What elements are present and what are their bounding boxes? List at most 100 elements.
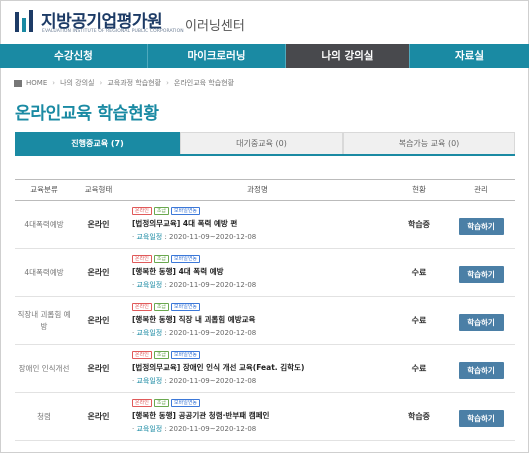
row-type: 온라인 — [87, 316, 110, 325]
table-row: 청렴 온라인 온라인 초급 모바일연동 [행복한 동행] 공공기관 청렴·반부패… — [15, 393, 515, 441]
row-course: 온라인 초급 모바일연동 [행복한 동행] 4대 폭력 예방 · 교육일정 : … — [124, 255, 391, 290]
level-badge: 초급 — [153, 303, 170, 311]
row-type: 온라인 — [87, 412, 110, 421]
main-nav: 수강신청 마이크로러닝 나의 강의실 자료실 — [0, 44, 529, 68]
breadcrumb-separator: › — [52, 79, 56, 87]
row-manage: 학습하기 — [447, 358, 515, 379]
header-course-name: 과정명 — [247, 185, 268, 194]
nav-item-my-classroom[interactable]: 나의 강의실 — [286, 44, 410, 68]
home-icon — [14, 79, 22, 87]
tab-reviewable[interactable]: 복습가능 교육 (0) — [343, 132, 515, 154]
header-manage: 관리 — [474, 185, 488, 194]
period-label: 교육일정 — [136, 329, 163, 337]
course-badges: 온라인 초급 모바일연동 — [132, 207, 391, 215]
period-label: 교육일정 — [136, 425, 163, 433]
breadcrumb-my-classroom[interactable]: 나의 강의실 — [60, 78, 94, 88]
course-period: · 교육일정 : 2020-11-09~2020-12-08 — [132, 377, 257, 385]
site-header: 지방공기업평가원 EVALUATION INSTITUTE OF REGIONA… — [0, 0, 529, 44]
mobile-badge: 모바일연동 — [171, 303, 201, 311]
course-badges: 온라인 초급 모바일연동 — [132, 303, 391, 311]
table-header: 교육분류 교육형태 과정명 현황 관리 — [15, 179, 515, 201]
period-label: 교육일정 — [136, 281, 163, 289]
course-badges: 온라인 초급 모바일연동 — [132, 255, 391, 263]
level-badge: 초급 — [153, 351, 170, 359]
row-category: 청렴 — [37, 411, 51, 421]
period-value: 2020-11-09~2020-12-08 — [169, 377, 257, 385]
mobile-badge: 모바일연동 — [171, 255, 201, 263]
course-title[interactable]: [법정의무교육] 4대 폭력 예방 편 — [132, 218, 391, 229]
breadcrumb-separator: › — [99, 79, 103, 87]
study-button[interactable]: 학습하기 — [458, 218, 504, 235]
level-badge: 초급 — [153, 207, 170, 215]
course-period: · 교육일정 : 2020-11-09~2020-12-08 — [132, 233, 257, 241]
row-status: 학습중 — [407, 412, 431, 421]
period-label: 교육일정 — [136, 233, 163, 241]
header-category: 교육분류 — [30, 185, 58, 194]
course-period: · 교육일정 : 2020-11-09~2020-12-08 — [132, 329, 257, 337]
header-type: 교육형태 — [84, 185, 113, 194]
mobile-badge: 모바일연동 — [171, 351, 201, 359]
row-manage: 학습하기 — [447, 406, 515, 427]
row-status: 학습중 — [407, 220, 431, 229]
breadcrumb-separator: › — [166, 79, 169, 87]
nav-item-resources[interactable]: 자료실 — [410, 44, 529, 68]
period-value: 2020-11-09~2020-12-08 — [169, 281, 257, 289]
study-button[interactable]: 학습하기 — [458, 314, 504, 331]
row-status: 수료 — [411, 316, 427, 325]
study-button[interactable]: 학습하기 — [458, 362, 504, 379]
period-value: 2020-11-09~2020-12-08 — [169, 233, 257, 241]
online-badge: 온라인 — [132, 351, 152, 359]
course-period: · 교육일정 : 2020-11-09~2020-12-08 — [132, 281, 257, 289]
row-type: 온라인 — [87, 364, 110, 373]
logo-mark-icon — [15, 10, 33, 32]
row-category: 장애인 인식개선 — [18, 363, 70, 373]
breadcrumb-course-status[interactable]: 교육과정 학습현황 — [107, 78, 161, 88]
course-table: 교육분류 교육형태 과정명 현황 관리 4대폭력예방 온라인 온라인 초급 모바… — [15, 179, 515, 441]
nav-item-course-registration[interactable]: 수강신청 — [0, 44, 148, 68]
row-type: 온라인 — [87, 220, 110, 229]
period-value: 2020-11-09~2020-12-08 — [169, 329, 257, 337]
course-title[interactable]: [행복한 동행] 공공기관 청렴·반부패 캠페인 — [132, 410, 391, 421]
study-button[interactable]: 학습하기 — [458, 266, 504, 283]
elearning-center-label: 이러닝센터 — [185, 19, 245, 34]
row-course: 온라인 초급 모바일연동 [법정의무교육] 장애인 인식 개선 교육(Feat.… — [124, 351, 391, 386]
row-category: 직장내 괴롭힘 예방 — [17, 309, 71, 331]
tab-waiting[interactable]: 대기중교육 (0) — [180, 132, 343, 154]
course-badges: 온라인 초급 모바일연동 — [132, 351, 391, 359]
period-label: 교육일정 — [136, 377, 163, 385]
course-period: · 교육일정 : 2020-11-09~2020-12-08 — [132, 425, 257, 433]
row-manage: 학습하기 — [447, 214, 515, 235]
row-course: 온라인 초급 모바일연동 [법정의무교육] 4대 폭력 예방 편 · 교육일정 … — [124, 207, 391, 242]
online-badge: 온라인 — [132, 303, 152, 311]
status-tabs: 진행중교육 (7) 대기중교육 (0) 복습가능 교육 (0) — [15, 132, 515, 156]
online-badge: 온라인 — [132, 255, 152, 263]
mobile-badge: 모바일연동 — [171, 399, 201, 407]
table-row: 장애인 인식개선 온라인 온라인 초급 모바일연동 [법정의무교육] 장애인 인… — [15, 345, 515, 393]
breadcrumb: HOME › 나의 강의실 › 교육과정 학습현황 › 온라인교육 학습현황 — [14, 78, 234, 88]
course-title[interactable]: [행복한 동행] 직장 내 괴롭힘 예방교육 — [132, 314, 391, 325]
row-category: 4대폭력예방 — [24, 219, 64, 229]
table-row: 4대폭력예방 온라인 온라인 초급 모바일연동 [행복한 동행] 4대 폭력 예… — [15, 249, 515, 297]
row-status: 수료 — [411, 268, 427, 277]
table-row: 4대폭력예방 온라인 온라인 초급 모바일연동 [법정의무교육] 4대 폭력 예… — [15, 201, 515, 249]
course-title[interactable]: [법정의무교육] 장애인 인식 개선 교육(Feat. 김학도) — [132, 362, 391, 373]
study-button[interactable]: 학습하기 — [458, 410, 504, 427]
row-course: 온라인 초급 모바일연동 [행복한 동행] 공공기관 청렴·반부패 캠페인 · … — [124, 399, 391, 434]
online-badge: 온라인 — [132, 207, 152, 215]
level-badge: 초급 — [153, 399, 170, 407]
level-badge: 초급 — [153, 255, 170, 263]
breadcrumb-home[interactable]: HOME — [26, 79, 47, 87]
row-course: 온라인 초급 모바일연동 [행복한 동행] 직장 내 괴롭힘 예방교육 · 교육… — [124, 303, 391, 338]
row-type: 온라인 — [87, 268, 110, 277]
row-manage: 학습하기 — [447, 262, 515, 283]
mobile-badge: 모바일연동 — [171, 207, 201, 215]
tab-in-progress[interactable]: 진행중교육 (7) — [15, 132, 180, 154]
nav-item-microlearning[interactable]: 마이크로러닝 — [148, 44, 286, 68]
row-category: 4대폭력예방 — [24, 267, 64, 277]
row-manage: 학습하기 — [447, 310, 515, 331]
breadcrumb-online-status: 온라인교육 학습현황 — [173, 79, 235, 87]
header-status: 현황 — [412, 185, 426, 194]
course-title[interactable]: [행복한 동행] 4대 폭력 예방 — [132, 266, 391, 277]
page-title: 온라인교육 학습현황 — [15, 104, 159, 124]
period-value: 2020-11-09~2020-12-08 — [169, 425, 257, 433]
